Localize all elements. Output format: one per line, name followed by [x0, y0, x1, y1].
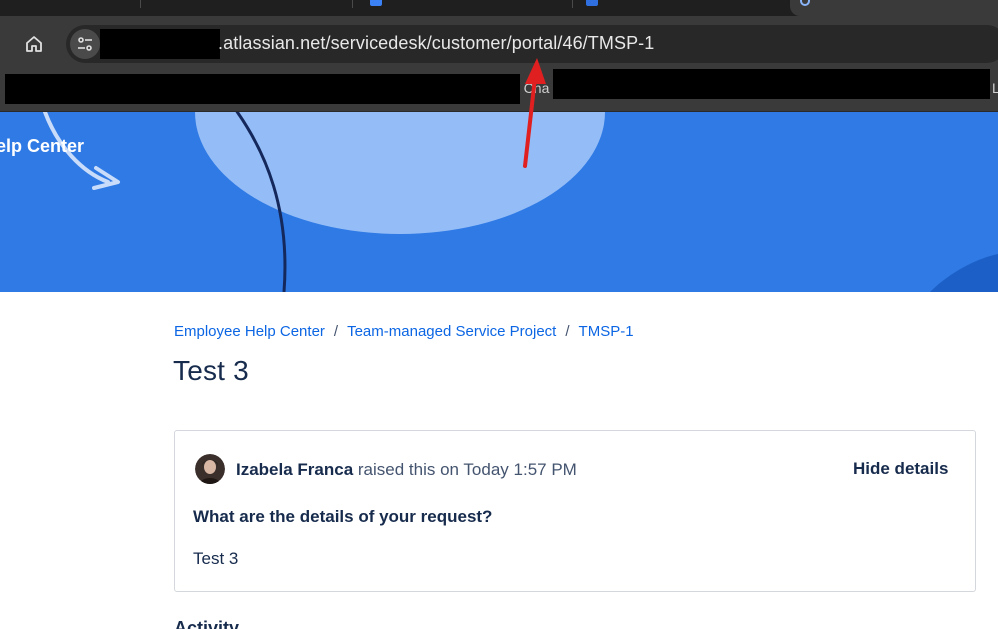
request-details-card: Izabela Franca raised this on Today 1:57…: [174, 430, 976, 592]
raised-timestamp: raised this on Today 1:57 PM: [353, 460, 577, 479]
url-text[interactable]: .atlassian.net/servicedesk/customer/port…: [218, 33, 654, 54]
home-button[interactable]: [20, 30, 48, 58]
request-field-label: What are the details of your request?: [193, 507, 493, 526]
site-settings-icon: [78, 37, 92, 51]
activity-heading: Activity: [174, 618, 240, 629]
tab-favicon-icon[interactable]: [586, 0, 598, 6]
redacted-bookmarks-block: [553, 69, 990, 99]
raised-by-line: Izabela Franca raised this on Today 1:57…: [236, 460, 577, 480]
bookmarks-bar: ‹ n Cha L: [0, 69, 998, 112]
breadcrumb-separator: /: [565, 323, 570, 340]
request-field-value: Test 3: [193, 549, 239, 568]
breadcrumb-separator: /: [333, 323, 339, 340]
browser-toolbar: .atlassian.net/servicedesk/customer/port…: [0, 16, 998, 72]
address-bar[interactable]: .atlassian.net/servicedesk/customer/port…: [66, 25, 998, 63]
page-title: Test 3: [173, 355, 249, 386]
reporter-name[interactable]: Izabela Franca: [236, 460, 353, 479]
tab-separator: [352, 0, 353, 8]
hide-details-button[interactable]: Hide details: [853, 459, 948, 479]
home-icon: [26, 36, 42, 52]
browser-tab-strip: [0, 0, 998, 16]
site-info-button[interactable]: [70, 29, 100, 59]
tab-separator: [572, 0, 573, 8]
redacted-url-block: [100, 29, 220, 59]
banner-decoration: [43, 112, 998, 292]
tab-separator: [140, 0, 141, 8]
breadcrumb-item-help-center[interactable]: Employee Help Center: [174, 323, 325, 340]
breadcrumb: Employee Help Center / Team-managed Serv…: [174, 323, 634, 340]
portal-banner: elp Center: [0, 112, 998, 292]
breadcrumb-item-project[interactable]: Team-managed Service Project: [347, 323, 556, 340]
avatar: [195, 454, 225, 484]
user-avatar-icon: [195, 454, 225, 484]
search-icon: [800, 0, 810, 6]
active-tab[interactable]: [790, 0, 998, 16]
bookmark-fragment[interactable]: L: [992, 80, 998, 96]
tab-favicon-icon[interactable]: [370, 0, 382, 6]
help-center-title[interactable]: elp Center: [0, 136, 84, 157]
bookmark-fragment[interactable]: ‹: [0, 80, 1, 96]
redacted-bookmarks-block: [5, 74, 520, 104]
breadcrumb-item-issue-key[interactable]: TMSP-1: [579, 323, 634, 340]
